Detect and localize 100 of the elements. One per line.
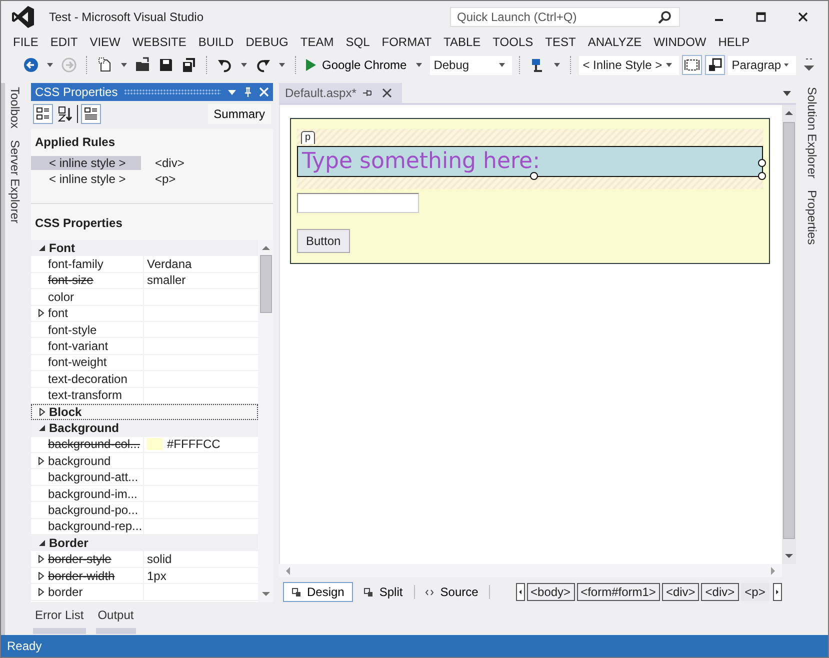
sort-alphabetical-icon[interactable] [56,105,74,123]
collapsed-icon[interactable] [37,456,45,465]
menu-item[interactable]: TEST [539,35,582,49]
maximize-icon[interactable] [755,11,767,23]
menu-item[interactable]: TOOLS [486,35,540,49]
dock-tab[interactable]: Toolbox [8,85,22,130]
property-name: font [48,306,68,320]
property-name: border-style [48,552,112,566]
collapsed-icon[interactable] [37,309,45,318]
scroll-up-icon[interactable] [262,245,270,250]
scroll-right-icon[interactable] [773,583,782,601]
menu-item[interactable]: WEBSITE [126,35,192,49]
menu-item[interactable]: EDIT [44,35,84,49]
pin-icon[interactable] [362,88,372,98]
property-value: smaller [147,273,186,288]
show-set-properties-icon[interactable] [81,104,101,124]
absolute-position-icon[interactable] [704,55,725,75]
tag-breadcrumb[interactable]: <body> [526,583,575,601]
scroll-down-icon[interactable] [262,592,270,597]
view-tab[interactable]: Split [355,582,412,602]
target-rule-dropdown[interactable]: < Inline Style > [578,56,679,74]
view-tab[interactable]: Design [283,582,354,602]
caret-icon[interactable] [554,63,560,67]
menu-item[interactable]: BUILD [192,35,240,49]
tag-breadcrumb[interactable]: <p> [740,583,770,601]
menu-item[interactable]: ANALYZE [582,35,648,49]
summary-button[interactable]: Summary [208,104,271,124]
window-title: Test - Microsoft Visual Studio [49,10,205,24]
text-box[interactable] [297,193,419,213]
expanded-icon[interactable] [38,539,46,548]
dropdown-icon[interactable] [227,87,237,97]
category-row[interactable]: Font [31,240,258,256]
scroll-thumb[interactable] [783,122,795,539]
run-button[interactable]: Google Chrome [304,58,427,72]
tag-label: p [301,131,315,144]
menu-item[interactable]: FORMAT [376,35,438,49]
document-tab[interactable]: Default.aspx* [279,83,402,103]
caret-icon[interactable] [241,63,247,67]
categorized-view-icon[interactable] [33,104,53,124]
caret-icon[interactable] [121,63,127,67]
form-button[interactable]: Button [297,229,350,253]
scrollbar[interactable] [782,105,796,564]
property-name: border [48,584,83,599]
dock-tab[interactable]: Properties [805,188,819,248]
menu-item[interactable]: WINDOW [648,35,712,49]
rule-name: < inline style > [31,156,141,170]
property-name: text-decoration [48,372,128,386]
menu-item[interactable]: TABLE [438,35,487,49]
property-name: background-att... [48,470,138,484]
property-value: 1px [147,568,166,582]
resize-handle[interactable] [530,172,538,180]
caret-icon[interactable] [279,63,285,67]
menu-item[interactable]: VIEW [84,35,126,49]
menu-item[interactable]: HELP [712,35,756,49]
tag-breadcrumb[interactable]: <form#form1> [576,583,660,601]
view-tab[interactable]: Source [416,582,488,602]
tag-breadcrumb[interactable]: <div> [701,583,739,601]
dock-tab[interactable]: Server Explorer [8,138,22,226]
code-icon [425,588,434,596]
menu-item[interactable]: SQL [340,35,376,49]
configuration-dropdown[interactable]: Debug [430,56,512,74]
dock-tab[interactable]: Solution Explorer [805,85,819,180]
caret-icon [666,63,672,67]
block-format-dropdown[interactable]: Paragrap [728,56,796,74]
menu-item[interactable]: DEBUG [240,35,294,49]
menu-item[interactable]: FILE [7,35,44,49]
section-heading: CSS Properties [34,216,124,232]
expanded-icon[interactable] [38,244,46,252]
quick-launch-field[interactable]: Quick Launch (Ctrl+Q) [450,7,680,27]
category-row[interactable]: Border [31,535,258,552]
category-row[interactable]: Background [31,420,258,437]
back-icon[interactable] [21,55,41,75]
scrollbar[interactable] [258,240,273,602]
collapsed-icon[interactable] [38,408,46,416]
close-icon[interactable] [382,88,392,98]
rule-row[interactable]: < inline style > <div> [31,155,273,171]
scroll-left-icon[interactable] [516,583,525,601]
category-label: Font [49,241,75,256]
property-name: font-size [48,273,94,288]
property-value: #FFFFCC [167,437,220,452]
scroll-up-icon[interactable] [785,110,793,115]
property-name: font-style [48,322,97,337]
menu-item[interactable]: TEAM [294,35,340,49]
close-icon[interactable] [797,11,809,23]
property-name: border-width [48,568,115,582]
tag-breadcrumb[interactable]: <div> [662,583,700,601]
dropdown-icon[interactable] [782,88,792,98]
scroll-down-icon[interactable] [785,554,793,559]
collapsed-icon[interactable] [37,555,45,564]
collapsed-icon[interactable] [37,588,45,596]
rule-row[interactable]: < inline style > <p> [31,171,273,187]
expanded-icon[interactable] [38,424,46,432]
panel-title: CSS Properties [35,85,118,99]
rule-name: < inline style > [48,172,127,186]
property-name: font-family [48,257,104,272]
collapsed-icon[interactable] [37,572,45,580]
caret-icon[interactable] [47,63,53,67]
show-borders-icon[interactable] [682,55,702,75]
scroll-thumb[interactable] [260,255,272,313]
category-row[interactable]: Block [31,404,258,420]
